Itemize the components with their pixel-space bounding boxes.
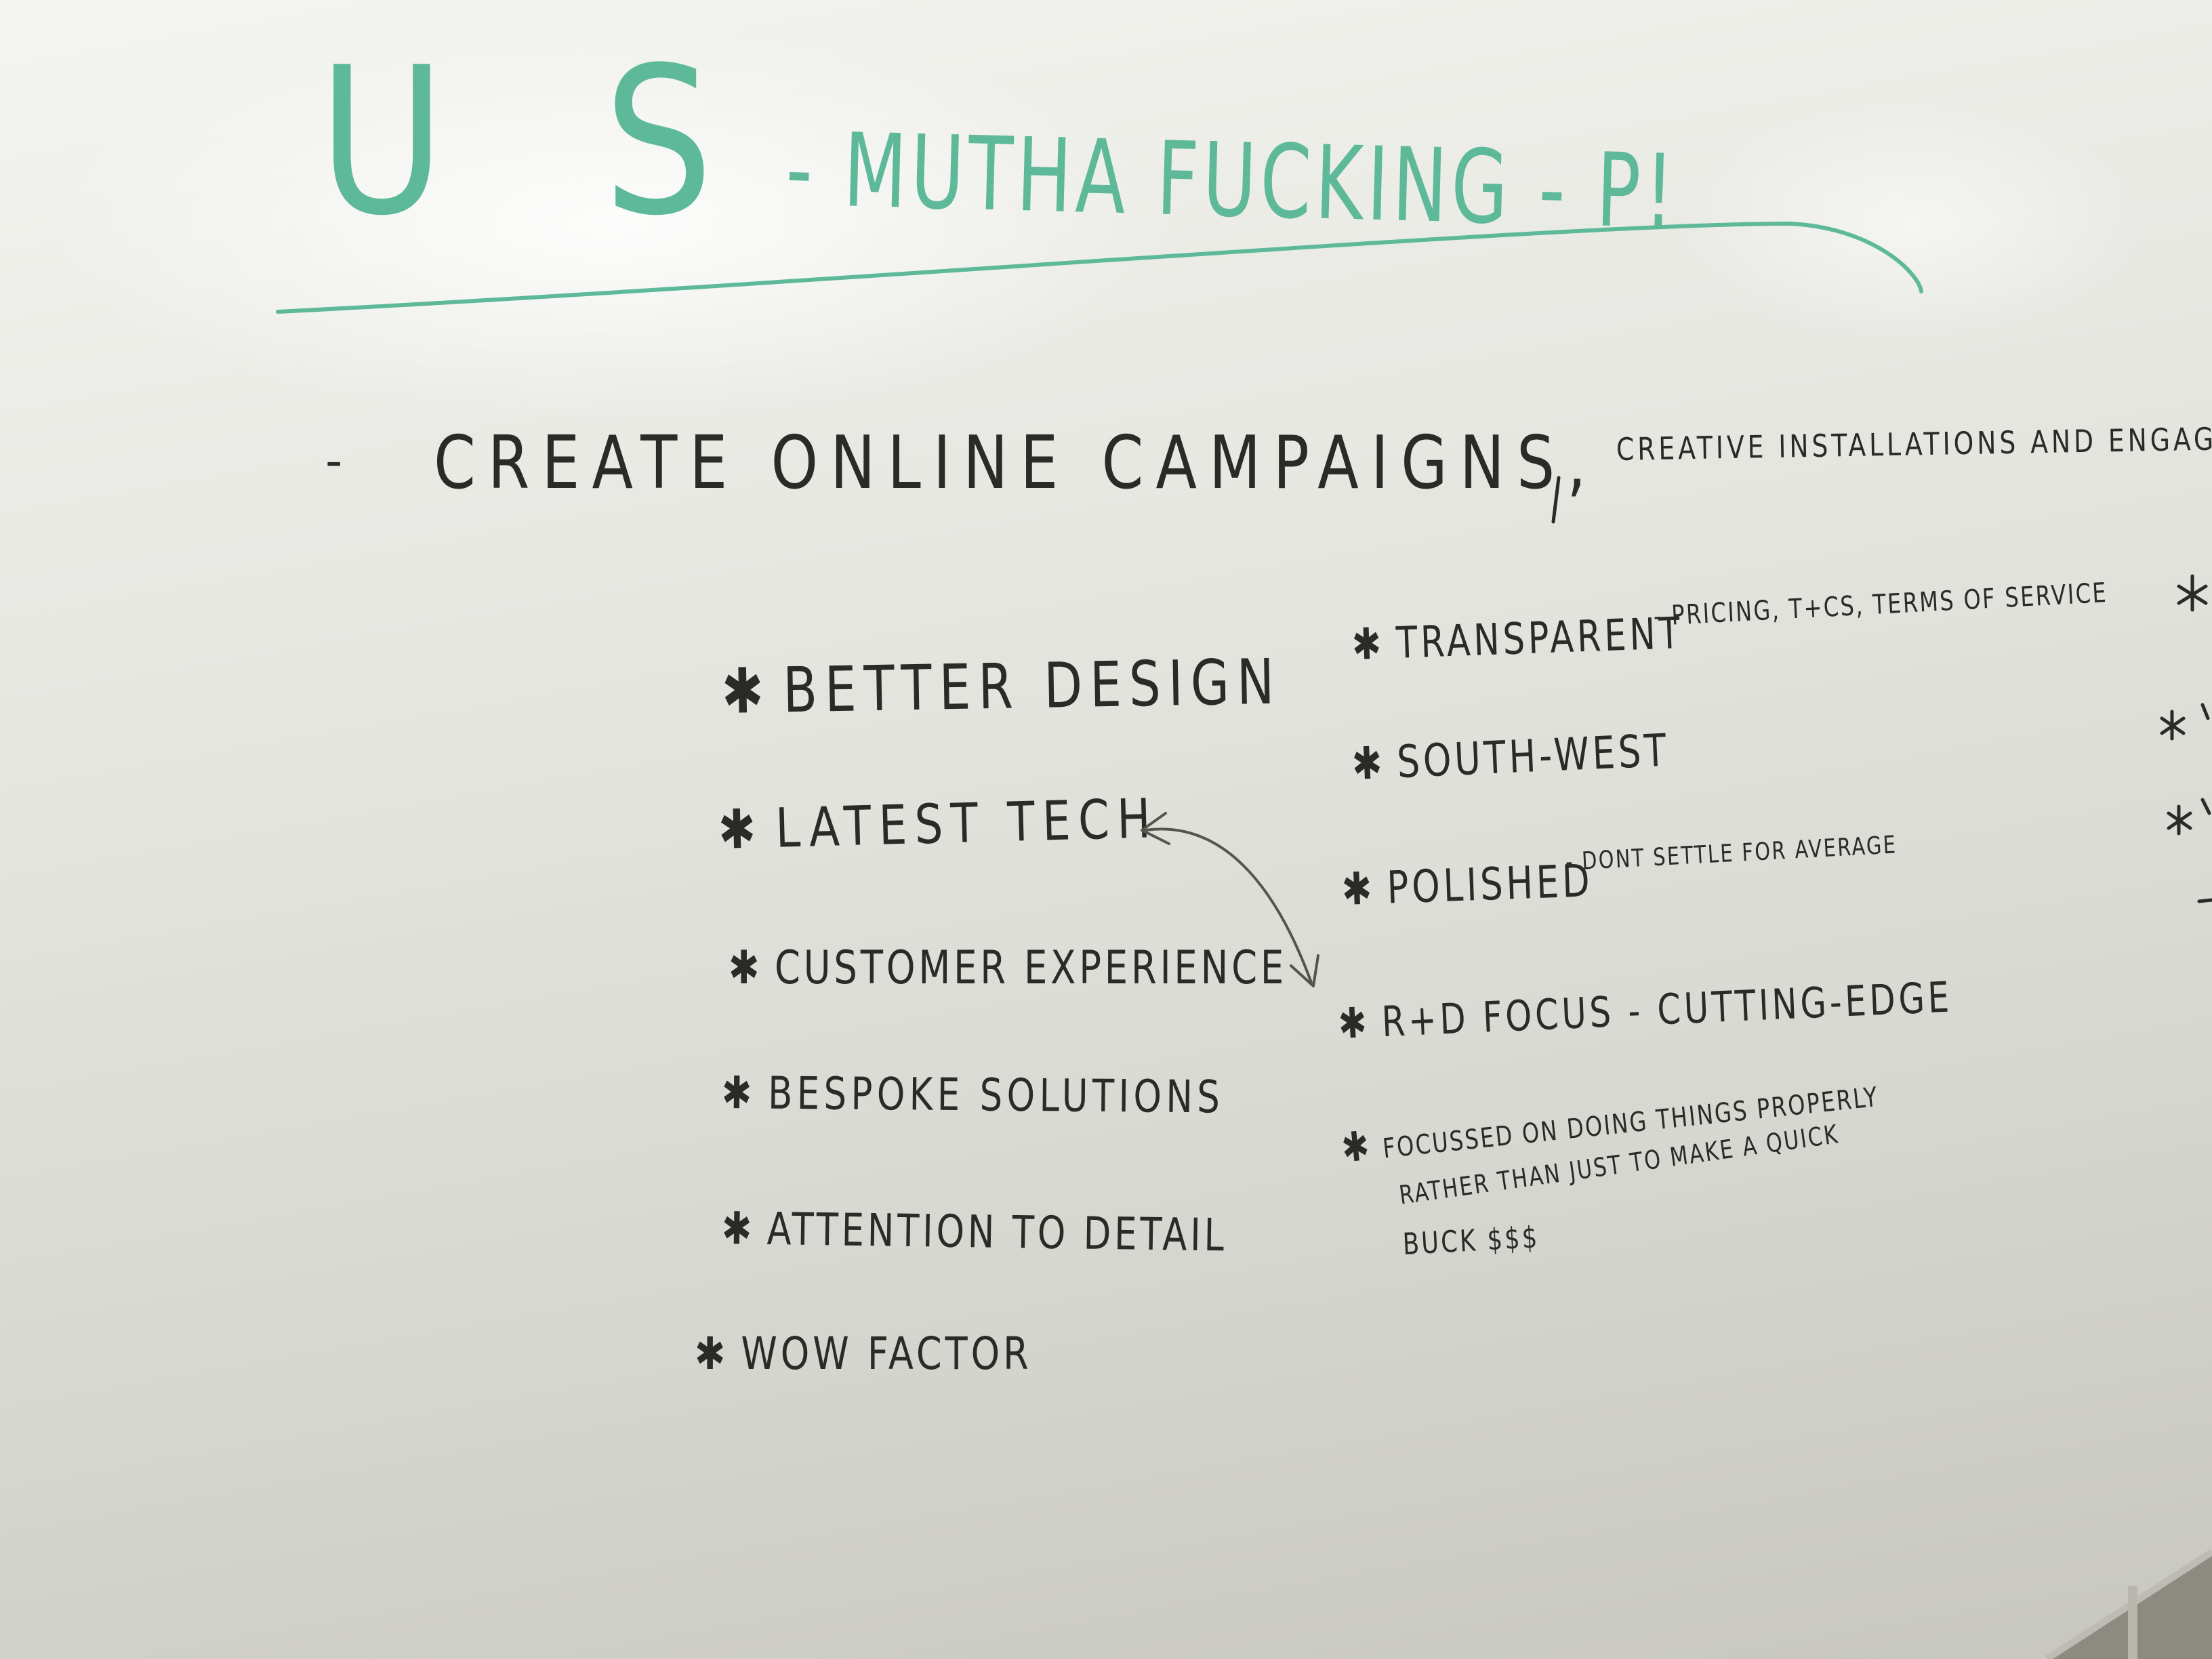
main-line-big: CREATE ONLINE CAMPAIGNS, [434, 421, 1599, 506]
list-item-polished-note: - DONT SETTLE FOR AVERAGE [1564, 831, 1898, 876]
heading-rest: - MUTHA FUCKING - P! [784, 110, 1679, 252]
asterisk-icon: ✱ [1351, 619, 1385, 670]
list-item-label: TRANSPARENT [1395, 608, 1684, 669]
board-frame-edge [2047, 1552, 2212, 1659]
list-item-bespoke-solutions: ✱ BESPOKE SOLUTIONS [721, 1067, 1225, 1123]
asterisk-icon: ✱ [1337, 998, 1371, 1048]
list-item-latest-tech: ✱ LATEST TECH [717, 787, 1160, 861]
list-item-transparent-note: - PRICING, T+CS, TERMS OF SERVICE [1652, 577, 2109, 632]
asterisk-icon: ✱ [1351, 736, 1387, 790]
list-item-label: BETTER DESIGN [782, 645, 1283, 727]
asterisk-icon: ✱ [721, 654, 772, 728]
list-item-polished: ✱ POLISHED [1340, 855, 1594, 916]
asterisk-icon: ✱ [1339, 1122, 1374, 1172]
list-item-attention-to-detail: ✱ ATTENTION TO DETAIL [721, 1202, 1228, 1262]
list-item-customer-experience: ✱ CUSTOMER EXPERIENCE [729, 945, 1287, 991]
list-item-label: CUSTOMER EXPERIENCE [774, 941, 1288, 995]
asterisk-icon: ✱ [717, 797, 764, 861]
list-item-focussed-line3: BUCK $$$ [1401, 1220, 1540, 1262]
list-item-label: BESPOKE SOLUTIONS [767, 1067, 1225, 1124]
asterisk-icon: ✱ [1340, 862, 1376, 916]
list-item-rd-focus: ✱ R+D FOCUS - CUTTING-EDGE [1337, 972, 1953, 1048]
main-line-small: CREATIVE INSTALLATIONS AND ENGAGING [1616, 419, 2212, 468]
asterisk-icon: ✱ [729, 941, 763, 995]
list-item-label: POLISHED [1386, 855, 1594, 914]
list-item-better-design: ✱ BETTER DESIGN [721, 646, 1282, 728]
list-item-label: SOUTH-WEST [1395, 724, 1671, 789]
heading-us: U S [319, 24, 766, 260]
asterisk-icon: ✱ [721, 1202, 756, 1255]
list-item-wow-factor: ✱ WOW FACTOR [695, 1332, 1032, 1376]
list-item-label: WOW FACTOR [741, 1328, 1032, 1380]
asterisk-icon: ✱ [695, 1328, 729, 1380]
arrow-head-end [1290, 954, 1319, 987]
asterisk-icon: ✱ [721, 1067, 756, 1120]
main-line-dash: - [325, 433, 352, 489]
list-item-label: ATTENTION TO DETAIL [766, 1202, 1228, 1262]
list-item-label: LATEST TECH [775, 787, 1160, 860]
list-item-south-west: ✱ SOUTH-WEST [1351, 724, 1670, 790]
list-item-transparent: ✱ TRANSPARENT [1351, 608, 1684, 670]
whiteboard: U S - MUTHA FUCKING - P! - CREATE ONLINE… [0, 0, 2212, 1659]
list-item-label: R+D FOCUS - CUTTING-EDGE [1380, 972, 1954, 1047]
